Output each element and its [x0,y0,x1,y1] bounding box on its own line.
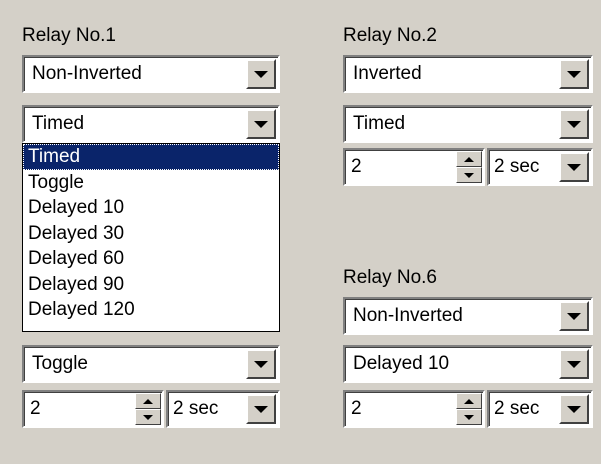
relay2-unit-combo[interactable]: 2 sec [487,148,593,186]
dropdown-option[interactable]: Delayed 120 [23,297,279,323]
relay6-title: Relay No.6 [343,267,437,288]
dropdown-option[interactable]: Delayed 90 [23,272,279,298]
relay6-polarity-value: Non-Inverted [353,305,463,326]
relay5-time-value: 2 [30,398,41,419]
chevron-down-icon [567,70,581,78]
relay6-time-spinner[interactable]: 2 [343,390,485,428]
dropdown-button[interactable] [246,394,276,424]
spin-down-button[interactable] [456,167,482,183]
arrow-up-icon [464,398,474,404]
relay5-unit-combo[interactable]: 2 sec [166,390,280,428]
dropdown-button[interactable] [246,59,276,89]
dropdown-button[interactable] [559,59,589,89]
relay6-time-value: 2 [351,398,362,419]
arrow-down-icon [464,414,474,420]
relay6-mode-combo[interactable]: Delayed 10 [343,345,593,383]
relay5-mode-value: Toggle [32,353,88,374]
spin-up-button[interactable] [456,393,482,409]
dropdown-option[interactable]: Toggle [23,170,279,196]
relay6-polarity-combo[interactable]: Non-Inverted [343,297,593,335]
dropdown-option[interactable]: Delayed 30 [23,221,279,247]
relay1-polarity-value: Non-Inverted [32,63,142,84]
relay2-polarity-combo[interactable]: Inverted [343,55,593,93]
relay6-mode-value: Delayed 10 [353,353,450,374]
relay1-polarity-combo[interactable]: Non-Inverted [22,55,280,93]
relay1-mode-combo[interactable]: Timed [22,105,280,143]
chevron-down-icon [254,70,268,78]
spin-down-button[interactable] [135,409,161,425]
dropdown-option[interactable]: Timed [23,144,279,170]
chevron-down-icon [254,120,268,128]
relay6-unit-combo[interactable]: 2 sec [487,390,593,428]
dropdown-button[interactable] [559,109,589,139]
relay2-title: Relay No.2 [343,25,437,46]
arrow-up-icon [464,156,474,162]
relay1-title: Relay No.1 [22,25,116,46]
relay5-mode-combo[interactable]: Toggle [22,345,280,383]
chevron-down-icon [567,312,581,320]
relay2-time-spinner[interactable]: 2 [343,148,485,186]
chevron-down-icon [254,360,268,368]
relay6-unit-value: 2 sec [494,398,540,419]
dropdown-button[interactable] [246,109,276,139]
relay2-time-value: 2 [351,156,362,177]
spin-down-button[interactable] [456,409,482,425]
relay2-unit-value: 2 sec [494,156,540,177]
dropdown-option[interactable]: Delayed 60 [23,246,279,272]
dropdown-button[interactable] [246,349,276,379]
chevron-down-icon [567,163,581,171]
relay2-polarity-value: Inverted [353,63,422,84]
arrow-down-icon [464,172,474,178]
chevron-down-icon [567,120,581,128]
spin-up-button[interactable] [456,151,482,167]
relay5-time-spinner[interactable]: 2 [22,390,164,428]
chevron-down-icon [254,405,268,413]
relay2-mode-combo[interactable]: Timed [343,105,593,143]
dropdown-button[interactable] [559,349,589,379]
relay5-unit-value: 2 sec [173,398,219,419]
relay2-mode-value: Timed [353,113,406,134]
arrow-down-icon [143,414,153,420]
spin-up-button[interactable] [135,393,161,409]
arrow-up-icon [143,398,153,404]
chevron-down-icon [567,360,581,368]
relay1-mode-dropdown-list[interactable]: Timed Toggle Delayed 10 Delayed 30 Delay… [22,143,280,332]
dropdown-button[interactable] [559,301,589,331]
chevron-down-icon [567,405,581,413]
dropdown-button[interactable] [559,152,589,182]
dropdown-option[interactable]: Delayed 10 [23,195,279,221]
dropdown-button[interactable] [559,394,589,424]
relay1-mode-value: Timed [32,113,85,134]
